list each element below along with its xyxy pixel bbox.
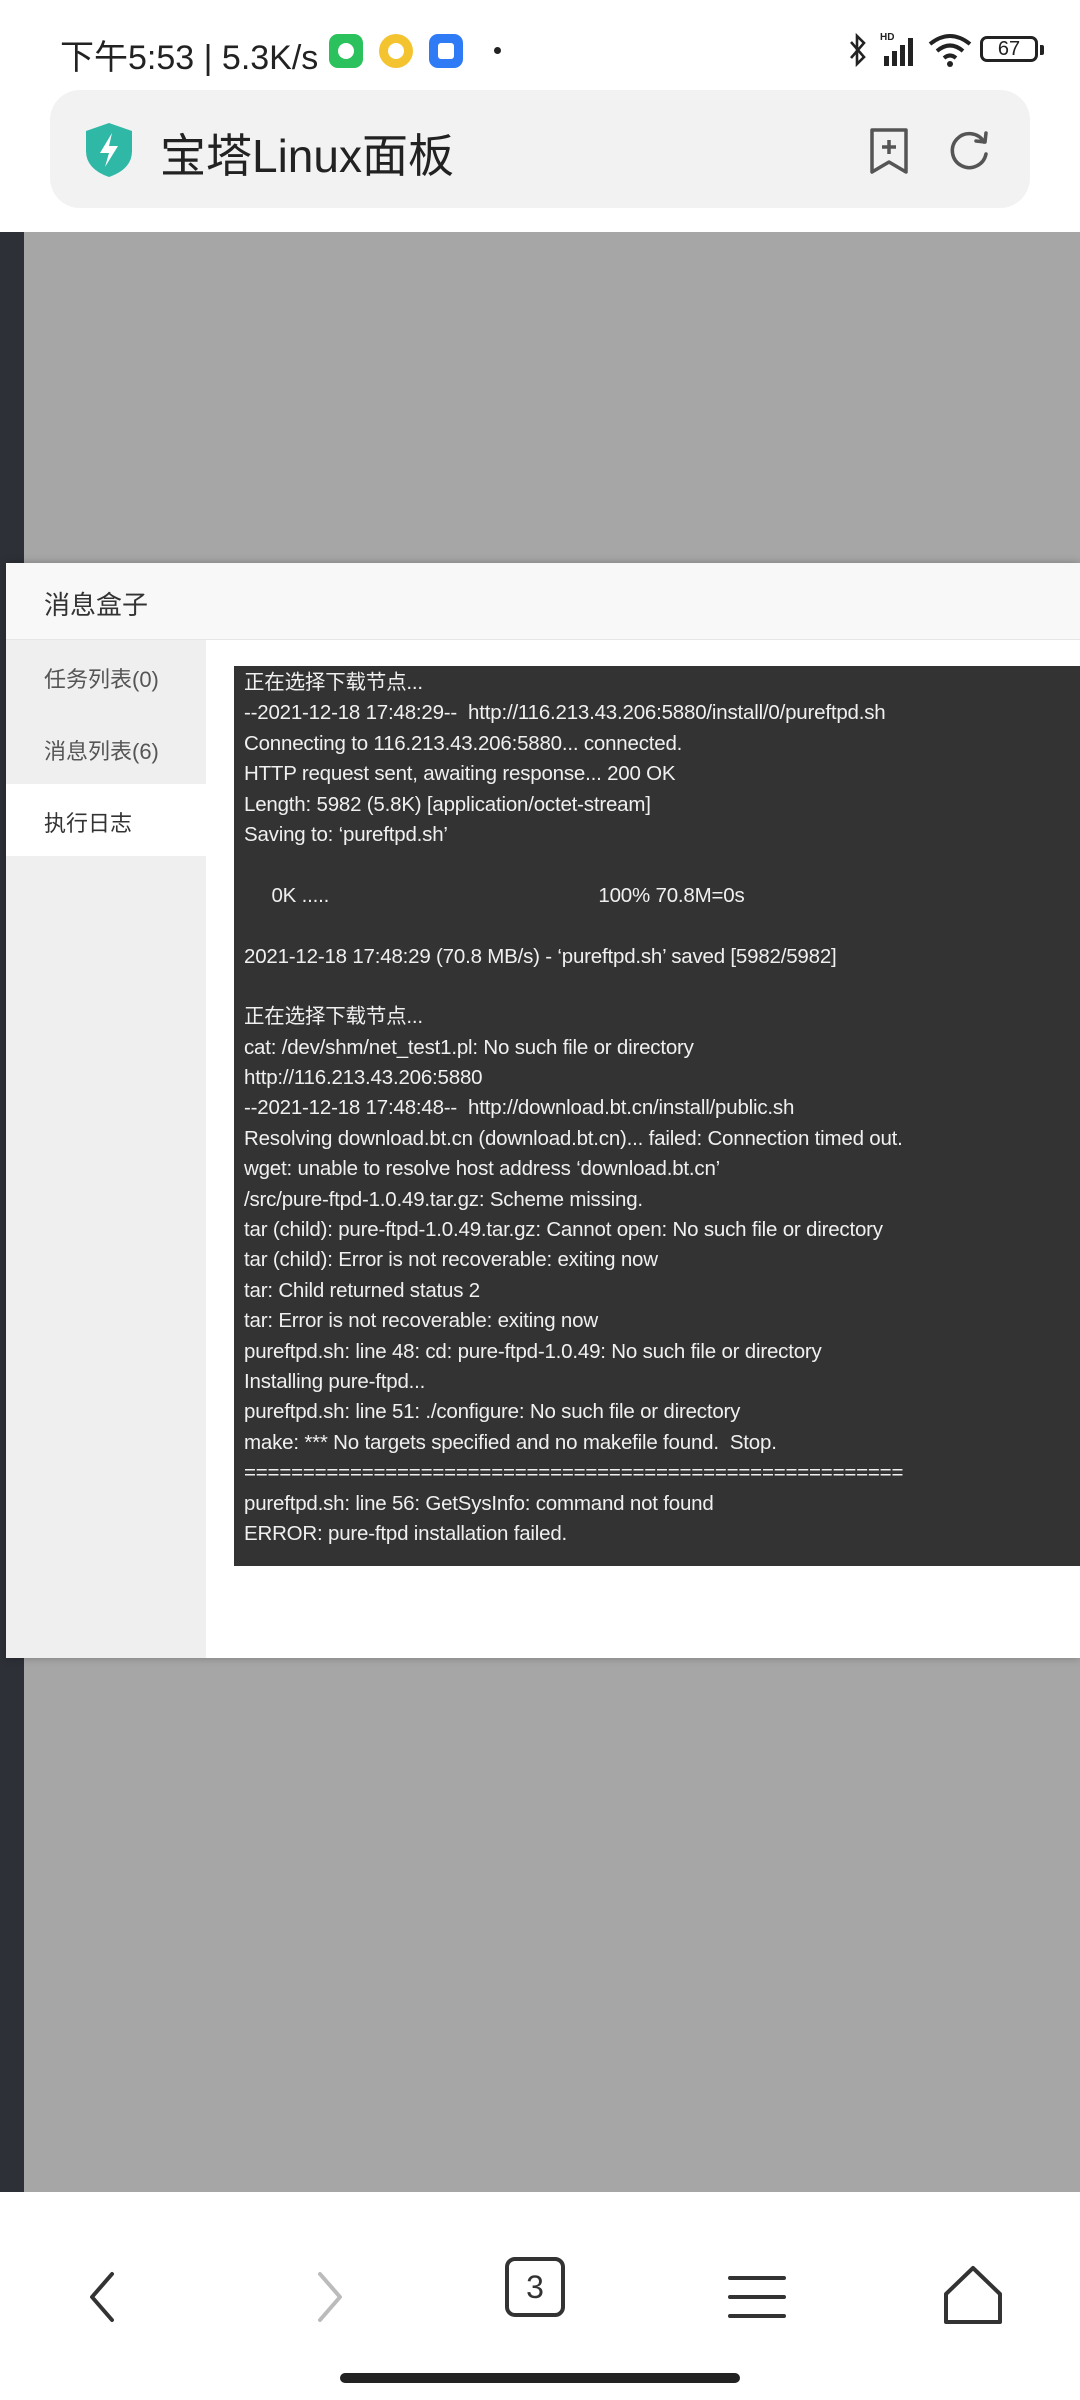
- tab-label: 任务列表(0): [44, 667, 159, 692]
- clock: 下午5:53: [60, 39, 195, 77]
- battery-level: 67: [997, 38, 1021, 60]
- net-speed: 5.3K/s: [221, 39, 319, 77]
- dialog-title: 消息盒子: [44, 590, 149, 620]
- wechat-icon: [329, 34, 363, 68]
- add-bookmark-icon[interactable]: [866, 126, 912, 176]
- log-line: ========================================…: [244, 1461, 904, 1485]
- tabs-button[interactable]: 3: [505, 2257, 565, 2317]
- home-indicator[interactable]: [340, 2373, 740, 2383]
- message-box-dialog: 消息盒子 任务列表(0) 消息列表(6) 执行日志 正在选择下载节点... --2…: [6, 563, 1080, 1658]
- tab-execution-log[interactable]: 执行日志: [6, 784, 206, 856]
- log-line: /src/pure-ftpd-1.0.49.tar.gz: Scheme mis…: [244, 1187, 643, 1211]
- log-line: tar (child): Error is not recoverable: e…: [244, 1248, 658, 1272]
- log-line: --2021-12-18 17:48:29-- http://116.213.4…: [244, 701, 886, 725]
- log-line: Connecting to 116.213.43.206:5880... con…: [244, 731, 683, 755]
- address-bar[interactable]: 宝塔Linux面板: [50, 90, 1030, 208]
- log-line: cat: /dev/shm/net_test1.pl: No such file…: [244, 1035, 694, 1059]
- log-line: 0K ..... 100% 70.8M=0s: [244, 883, 745, 907]
- log-line: tar: Error is not recoverable: exiting n…: [244, 1309, 598, 1333]
- more-notifications-icon: [494, 47, 501, 54]
- message-app-icon: [429, 34, 463, 68]
- battery-icon: 67: [980, 36, 1044, 62]
- log-line: pureftpd.sh: line 48: cd: pure-ftpd-1.0.…: [244, 1339, 822, 1363]
- log-line: tar: Child returned status 2: [244, 1278, 480, 1302]
- wifi-icon: [928, 34, 972, 67]
- log-line: tar (child): pure-ftpd-1.0.49.tar.gz: Ca…: [244, 1218, 883, 1242]
- log-line: pureftpd.sh: line 56: GetSysInfo: comman…: [244, 1491, 714, 1515]
- execution-log-console[interactable]: 正在选择下载节点... --2021-12-18 17:48:29-- http:…: [234, 666, 1080, 1566]
- network-type-label: HD: [880, 32, 894, 43]
- browser-bottom-nav: 3: [0, 2192, 1080, 2400]
- log-line: Saving to: ‘pureftpd.sh’: [244, 822, 448, 846]
- dialog-body: 正在选择下载节点... --2021-12-18 17:48:29-- http:…: [206, 640, 1080, 1658]
- tab-count: 3: [526, 2269, 544, 2305]
- log-text: 正在选择下载节点... --2021-12-18 17:48:29-- http:…: [234, 666, 1080, 1551]
- log-line: ERROR: pure-ftpd installation failed.: [244, 1521, 568, 1545]
- log-line: Resolving download.bt.cn (download.bt.cn…: [244, 1126, 903, 1150]
- dialog-header: 消息盒子: [6, 563, 1080, 640]
- back-icon[interactable]: [70, 2262, 140, 2332]
- menu-icon[interactable]: [722, 2262, 792, 2332]
- tab-label: 执行日志: [44, 811, 133, 836]
- log-line: 正在选择下载节点...: [244, 671, 423, 694]
- log-line: http://116.213.43.206:5880: [244, 1066, 483, 1090]
- page-title: 宝塔Linux面板: [160, 130, 454, 182]
- bluetooth-icon: [850, 32, 866, 68]
- log-line: HTTP request sent, awaiting response... …: [244, 762, 676, 786]
- home-icon[interactable]: [938, 2262, 1008, 2332]
- status-time: 下午5:53 | 5.3K/s: [60, 39, 319, 77]
- tab-label: 消息列表(6): [44, 739, 159, 764]
- log-line: Installing pure-ftpd...: [244, 1369, 426, 1393]
- log-line: make: *** No targets specified and no ma…: [244, 1430, 777, 1454]
- log-line: 正在选择下载节点...: [244, 1005, 423, 1029]
- tab-message-list[interactable]: 消息列表(6): [6, 712, 206, 784]
- log-line: wget: unable to resolve host address ‘do…: [244, 1157, 721, 1181]
- app-notification-icon: [379, 34, 413, 68]
- log-line: Length: 5982 (5.8K) [application/octet-s…: [244, 792, 651, 816]
- cellular-signal-icon: HD: [880, 32, 913, 66]
- log-line: --2021-12-18 17:48:48-- http://download.…: [244, 1096, 795, 1120]
- log-line: pureftpd.sh: line 51: ./configure: No su…: [244, 1400, 741, 1424]
- tab-task-list[interactable]: 任务列表(0): [6, 640, 206, 712]
- shield-bolt-icon: [86, 123, 132, 177]
- forward-icon[interactable]: [292, 2262, 362, 2332]
- status-bar: 下午5:53 | 5.3K/s HD 67: [0, 0, 1080, 100]
- log-line: 2021-12-18 17:48:29 (70.8 MB/s) - ‘puref…: [244, 944, 837, 968]
- reload-icon[interactable]: [946, 128, 992, 174]
- dialog-nav: 任务列表(0) 消息列表(6) 执行日志: [6, 640, 206, 1658]
